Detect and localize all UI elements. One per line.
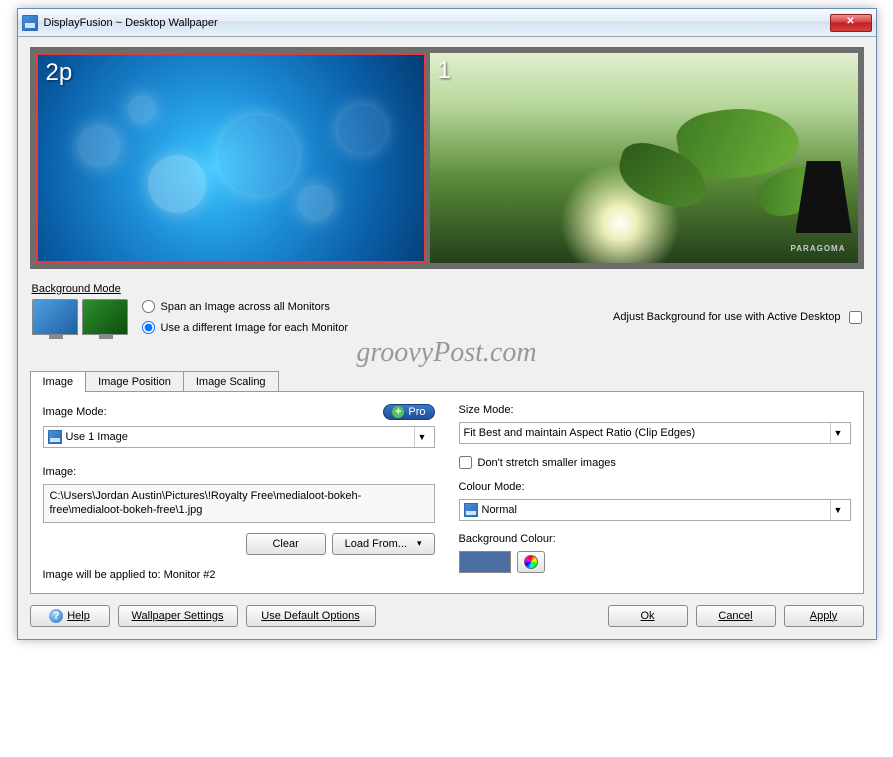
bg-colour-swatch[interactable] xyxy=(459,551,511,573)
monitor-2-preview[interactable]: PARAGOMA 1 xyxy=(430,53,858,263)
adjust-active-desktop-label: Adjust Background for use with Active De… xyxy=(613,311,840,323)
clear-button[interactable]: Clear xyxy=(246,533,326,555)
bg-colour-label: Background Colour: xyxy=(459,533,851,545)
chevron-down-icon: ▼ xyxy=(414,427,430,447)
applied-to-note: Image will be applied to: Monitor #2 xyxy=(43,569,435,581)
monitor-preview: 2p PARAGOMA 1 xyxy=(30,47,864,269)
image-mode-label: Image Mode: xyxy=(43,406,107,418)
cancel-button[interactable]: Cancel xyxy=(696,605,776,627)
chevron-down-icon: ▼ xyxy=(830,500,846,520)
tab-image[interactable]: Image xyxy=(30,371,87,392)
brand-text: PARAGOMA xyxy=(791,244,846,253)
monitor-1-label: 2p xyxy=(46,59,73,87)
load-from-button[interactable]: Load From... xyxy=(332,533,435,555)
background-mode-label: Background Mode xyxy=(32,283,862,295)
image-path-field[interactable]: C:\Users\Jordan Austin\Pictures\!Royalty… xyxy=(43,484,435,523)
colour-mode-label: Colour Mode: xyxy=(459,481,851,493)
monitor-icon xyxy=(464,503,478,517)
use-default-options-button[interactable]: Use Default Options xyxy=(246,605,376,627)
image-mode-combo[interactable]: Use 1 Image ▼ xyxy=(43,426,435,448)
radio-different-image[interactable]: Use a different Image for each Monitor xyxy=(142,321,349,334)
monitor-1-preview[interactable]: 2p xyxy=(36,53,426,263)
size-mode-label: Size Mode: xyxy=(459,404,851,416)
tab-image-position[interactable]: Image Position xyxy=(85,371,184,392)
help-button[interactable]: ? Help xyxy=(30,605,110,627)
colour-mode-combo[interactable]: Normal ▼ xyxy=(459,499,851,521)
monitor-icon xyxy=(48,430,62,444)
dual-monitor-icon xyxy=(32,299,128,335)
adjust-active-desktop-checkbox[interactable] xyxy=(849,311,862,324)
chevron-down-icon: ▼ xyxy=(830,423,846,443)
background-mode-group: Background Mode Span an Image across all… xyxy=(32,283,862,335)
dialog-window: DisplayFusion ~ Desktop Wallpaper ✕ 2p P… xyxy=(17,8,877,640)
watermark: groovyPost.com xyxy=(30,337,864,369)
tab-panel-image: Image Mode: + Pro Use 1 Image ▼ Image: xyxy=(30,391,864,594)
colour-wheel-icon xyxy=(524,555,538,569)
app-icon xyxy=(22,15,38,31)
dont-stretch-checkbox[interactable]: Don't stretch smaller images xyxy=(459,456,851,469)
colour-picker-button[interactable] xyxy=(517,551,545,573)
monitor-2-label: 1 xyxy=(438,57,451,85)
radio-span-image[interactable]: Span an Image across all Monitors xyxy=(142,300,349,313)
pro-badge[interactable]: + Pro xyxy=(383,404,434,420)
help-icon: ? xyxy=(49,609,63,623)
close-button[interactable]: ✕ xyxy=(830,14,872,32)
window-title: DisplayFusion ~ Desktop Wallpaper xyxy=(44,17,830,29)
wallpaper-settings-button[interactable]: Wallpaper Settings xyxy=(118,605,238,627)
plus-icon: + xyxy=(392,406,404,418)
title-bar: DisplayFusion ~ Desktop Wallpaper ✕ xyxy=(18,9,876,37)
ok-button[interactable]: Ok xyxy=(608,605,688,627)
image-label: Image: xyxy=(43,466,435,478)
size-mode-combo[interactable]: Fit Best and maintain Aspect Ratio (Clip… xyxy=(459,422,851,444)
apply-button[interactable]: Apply xyxy=(784,605,864,627)
tab-image-scaling[interactable]: Image Scaling xyxy=(183,371,279,392)
